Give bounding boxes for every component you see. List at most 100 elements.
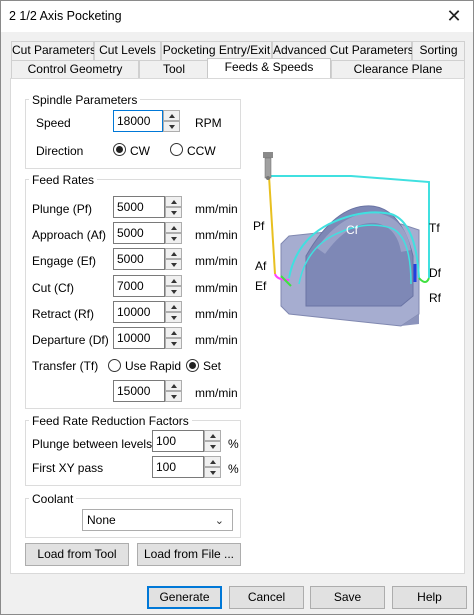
chevron-down-icon: ⌄ — [214, 515, 224, 527]
tab-control-geometry[interactable]: Control Geometry — [11, 60, 139, 79]
tf-label: Tf — [429, 221, 440, 235]
spin-up-button[interactable] — [165, 327, 182, 338]
tab-cut-parameters[interactable]: Cut Parameters — [11, 41, 96, 60]
spin-up-button[interactable] — [165, 380, 182, 391]
engage-spinner[interactable] — [165, 248, 182, 270]
spin-up-button[interactable] — [165, 248, 182, 259]
spin-down-button[interactable] — [204, 467, 221, 478]
coolant-select[interactable]: None ⌄ — [82, 509, 233, 531]
plunge-label: Plunge (Pf) — [32, 202, 93, 216]
spin-up-button[interactable] — [165, 196, 182, 207]
coolant-label: Coolant — [29, 492, 77, 506]
departure-path — [418, 277, 430, 283]
spin-up-button[interactable] — [165, 275, 182, 286]
load-from-file-button[interactable]: Load from File ... — [137, 543, 241, 566]
dialog-window: 2 1/2 Axis Pocketing ✕ Cut Parameters Cu… — [0, 0, 474, 615]
plunge-between-levels-label: Plunge between levels — [32, 437, 153, 451]
spin-up-button[interactable] — [204, 430, 221, 441]
plunge-input[interactable]: 5000 — [113, 196, 165, 218]
plunge-path — [268, 175, 276, 275]
cancel-button[interactable]: Cancel — [229, 586, 304, 609]
spin-up-button[interactable] — [163, 110, 180, 121]
feed-rate-reduction-label: Feed Rate Reduction Factors — [29, 414, 192, 428]
direction-label: Direction — [36, 144, 84, 158]
rf-label: Rf — [429, 291, 442, 305]
spin-down-button[interactable] — [165, 391, 182, 402]
retract-spinner[interactable] — [165, 301, 182, 323]
tool-shank — [264, 157, 272, 179]
load-from-tool-button[interactable]: Load from Tool — [25, 543, 129, 566]
pf-label: Pf — [253, 219, 265, 233]
tab-sorting[interactable]: Sorting — [412, 41, 465, 60]
plunge-between-levels-spinner[interactable] — [204, 430, 221, 452]
tool-holder — [263, 152, 273, 158]
feed-rates-diagram: Pf Cf Tf Af Ef Df Rf — [253, 152, 442, 327]
spin-down-button[interactable] — [165, 286, 182, 297]
spin-down-button[interactable] — [163, 121, 180, 132]
spin-up-button[interactable] — [165, 301, 182, 312]
approach-spinner[interactable] — [165, 222, 182, 244]
approach-unit: mm/min — [195, 228, 238, 242]
coolant-selected-value: None — [87, 513, 116, 527]
df-label: Df — [429, 266, 442, 280]
departure-unit: mm/min — [195, 333, 238, 347]
set-label: Set — [203, 359, 222, 373]
cut-input[interactable]: 7000 — [113, 275, 165, 297]
cw-radio[interactable] — [113, 143, 126, 156]
generate-button[interactable]: Generate — [147, 586, 222, 609]
spin-down-button[interactable] — [165, 259, 182, 270]
spin-down-button[interactable] — [165, 312, 182, 323]
first-xy-pass-input[interactable]: 100 — [152, 456, 204, 478]
cut-label: Cut (Cf) — [32, 281, 74, 295]
departure-label: Departure (Df) — [32, 333, 109, 347]
departure-input[interactable]: 10000 — [113, 327, 165, 349]
tool-tip — [266, 176, 270, 180]
transfer-input[interactable]: 15000 — [113, 380, 165, 402]
title-bar: 2 1/2 Axis Pocketing ✕ — [1, 1, 473, 32]
spin-down-button[interactable] — [165, 207, 182, 218]
close-icon[interactable]: ✕ — [443, 5, 465, 27]
speed-unit: RPM — [195, 116, 222, 130]
retract-label: Retract (Rf) — [32, 307, 95, 321]
transfer-spinner[interactable] — [165, 380, 182, 402]
save-button[interactable]: Save — [310, 586, 385, 609]
first-xy-pass-spinner[interactable] — [204, 456, 221, 478]
transfer-unit: mm/min — [195, 386, 238, 400]
approach-input[interactable]: 5000 — [113, 222, 165, 244]
first-xy-pass-unit: % — [228, 462, 239, 476]
approach-label: Approach (Af) — [32, 228, 107, 242]
retract-unit: mm/min — [195, 307, 238, 321]
use-rapid-label: Use Rapid — [125, 359, 182, 373]
tab-cut-levels[interactable]: Cut Levels — [94, 41, 161, 60]
ccw-radio[interactable] — [170, 143, 183, 156]
tab-feeds-speeds[interactable]: Feeds & Speeds — [207, 58, 331, 78]
ccw-label: CCW — [187, 144, 216, 158]
spin-up-button[interactable] — [165, 222, 182, 233]
engage-label: Engage (Ef) — [32, 254, 97, 268]
tab-clearance-plane[interactable]: Clearance Plane — [331, 60, 465, 79]
spin-up-button[interactable] — [204, 456, 221, 467]
set-radio[interactable] — [186, 359, 199, 372]
spindle-speed-input[interactable]: 18000 — [113, 110, 163, 132]
speed-label: Speed — [36, 116, 71, 130]
help-button[interactable]: Help — [392, 586, 467, 609]
departure-spinner[interactable] — [165, 327, 182, 349]
spin-down-button[interactable] — [204, 441, 221, 452]
af-label: Af — [255, 259, 267, 273]
window-title: 2 1/2 Axis Pocketing — [9, 9, 122, 23]
plunge-between-levels-unit: % — [228, 437, 239, 451]
feed-rates-label: Feed Rates — [29, 173, 98, 187]
plunge-spinner[interactable] — [165, 196, 182, 218]
spin-down-button[interactable] — [165, 338, 182, 349]
spindle-speed-spinner[interactable] — [163, 110, 180, 132]
tab-tool[interactable]: Tool — [139, 60, 209, 79]
retract-input[interactable]: 10000 — [113, 301, 165, 323]
spin-down-button[interactable] — [165, 233, 182, 244]
use-rapid-radio[interactable] — [108, 359, 121, 372]
engage-unit: mm/min — [195, 254, 238, 268]
cw-label: CW — [130, 144, 150, 158]
cf-label: Cf — [346, 223, 359, 237]
engage-input[interactable]: 5000 — [113, 248, 165, 270]
cut-spinner[interactable] — [165, 275, 182, 297]
plunge-between-levels-input[interactable]: 100 — [152, 430, 204, 452]
